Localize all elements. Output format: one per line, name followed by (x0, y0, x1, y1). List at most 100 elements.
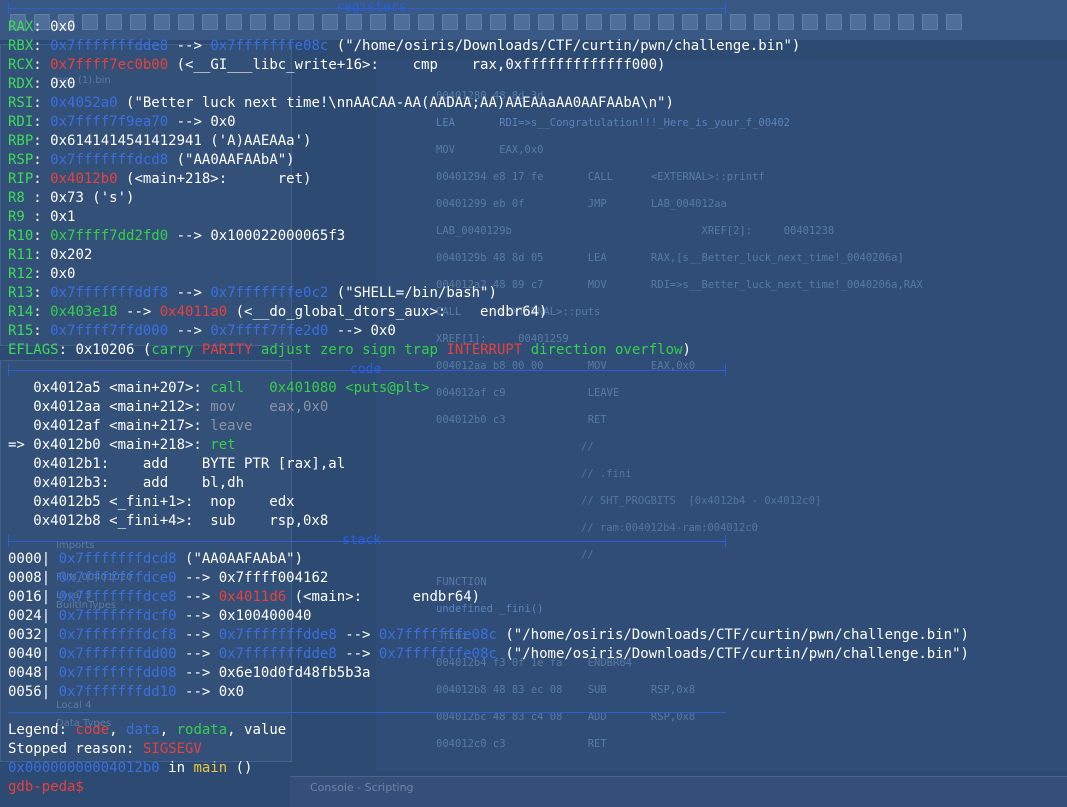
stack-value: ("AA0AAFAAbA") (176, 551, 304, 567)
frame-line: 0x00000000004012b0 in main () (8, 759, 252, 778)
register-value: ("SHELL=/bin/bash") (328, 285, 497, 301)
stack-line: 0032| 0x7fffffffdcf8 --> 0x7fffffffdde8 … (8, 626, 969, 645)
register-value: (<__do_global_dtors_aux>: endbr64) (227, 304, 548, 320)
register-value: (<main+218>: ret) (117, 171, 312, 187)
stack-bar: | (41, 570, 59, 586)
register-value: 0x7fffffffdcd8 (50, 152, 169, 168)
register-colon: : (33, 95, 51, 111)
stack-value: --> 0x6e10d0fd48fb5b3a (176, 665, 371, 681)
disasm-line: 0x4012b8 <_fini+4>: sub rsp,0x8 (8, 512, 328, 531)
stack-offset: 0000 (8, 551, 42, 567)
register-name: RBX (8, 38, 34, 54)
register-value: 0x73 ('s') (50, 190, 135, 206)
separator-tick (725, 2, 726, 14)
register-name: RSP (8, 152, 34, 168)
stack-bar: | (41, 684, 59, 700)
register-value: (<__GI___libc_write+16>: cmp rax,0xfffff… (168, 57, 666, 73)
register-colon: : (33, 57, 51, 73)
register-name: RBP (8, 133, 34, 149)
stack-value: --> (176, 589, 219, 605)
stack-offset: 0048 (8, 665, 42, 681)
stack-value: ("/home/osiris/Downloads/CTF/curtin/pwn/… (496, 646, 969, 662)
register-value: 0x7fffffffe08c (210, 38, 329, 54)
current-instruction-arrow (8, 513, 25, 529)
disasm-text: leave (210, 418, 253, 434)
register-value: --> (168, 38, 211, 54)
stack-value: 0x7fffffffdd10 (58, 684, 177, 700)
disasm-text: ret (210, 437, 236, 453)
eflags-colon: : (58, 342, 68, 358)
register-name: R13 (8, 285, 34, 301)
stopped-reason-label: Stopped reason: (8, 741, 143, 757)
eflag-item: carry (151, 342, 194, 358)
stack-offset: 0032 (8, 627, 42, 643)
legend-item: code (75, 722, 110, 738)
stack-value: (<main>: endbr64) (286, 589, 481, 605)
stack-value: 0x7fffffffe08c (378, 646, 497, 662)
disasm-text: 0x4012b5 <_fini+1>: nop edx (24, 494, 295, 510)
stack-value: 0x7fffffffdd00 (58, 646, 177, 662)
register-name: RAX (8, 19, 34, 35)
separator-tick (8, 2, 9, 14)
register-line: R10: 0x7ffff7dd2fd0 --> 0x100022000065f3 (8, 227, 345, 246)
register-colon: : (33, 247, 51, 263)
register-value: ("Better luck next time!\nnAACAA-AA(AADA… (117, 95, 674, 111)
stopped-reason-line: Stopped reason: SIGSEGV (8, 740, 202, 759)
legend-comma: , (159, 722, 177, 738)
registers-header: registers (336, 0, 407, 15)
stack-value: 0x7fffffffdcf0 (58, 608, 177, 624)
gdb-prompt: gdb-peda$ (8, 779, 84, 795)
disasm-text: 0x4012af <main+217>: (24, 418, 211, 434)
eflags-value: 0x10206 ( (67, 342, 152, 358)
legend-comma: , (227, 722, 245, 738)
register-name: RIP (8, 171, 34, 187)
register-value: --> 0x100022000065f3 (168, 228, 346, 244)
disasm-text: mov eax,0x0 (210, 399, 329, 415)
stack-line: 0000| 0x7fffffffdcd8 ("AA0AAFAAbA") (8, 550, 303, 569)
eflags-space (354, 342, 362, 358)
prompt-line[interactable]: gdb-peda$ (8, 778, 84, 797)
stack-offset: 0008 (8, 570, 42, 586)
disasm-line: => 0x4012b0 <main+218>: ret (8, 436, 236, 455)
stack-value: ("/home/osiris/Downloads/CTF/curtin/pwn/… (496, 627, 969, 643)
register-colon: : (33, 114, 51, 130)
register-colon: : (33, 190, 51, 206)
register-colon: : (33, 209, 51, 225)
terminal[interactable]: registers code stack RAX: 0x0 RBX: 0x7fff… (0, 0, 1067, 806)
eflag-item: sign (362, 342, 396, 358)
stack-value: 0x7fffffffdd08 (58, 665, 177, 681)
register-colon: : (33, 266, 51, 282)
disasm-text: call 0x401080 <puts@plt> (210, 380, 430, 396)
register-value: 0x7ffff7ec0b00 (50, 57, 169, 73)
stack-value: 0x7fffffffdde8 (218, 627, 337, 643)
stack-offset: 0016 (8, 589, 42, 605)
end-separator (8, 712, 726, 713)
register-value: 0x7ffff7dd2fd0 (50, 228, 169, 244)
stack-value: --> (336, 627, 379, 643)
eflags-space (193, 342, 201, 358)
register-line: R8 : 0x73 ('s') (8, 189, 134, 208)
register-colon: : (33, 285, 51, 301)
legend-item: data (126, 722, 160, 738)
register-name: R14 (8, 304, 34, 320)
eflags-space (396, 342, 404, 358)
current-instruction-arrow (8, 475, 25, 491)
stack-bar: | (41, 646, 59, 662)
current-instruction-arrow (8, 456, 25, 472)
register-line: R11: 0x202 (8, 246, 92, 265)
register-value: 0x0 (50, 19, 76, 35)
register-line: RSI: 0x4052a0 ("Better luck next time!\n… (8, 94, 674, 113)
stack-value: 0x4011d6 (218, 589, 287, 605)
eflags-space (312, 342, 320, 358)
disasm-text: 0x4012b0 <main+218>: (24, 437, 211, 453)
code-header: code (350, 362, 382, 377)
frame-tail: () (227, 760, 253, 776)
eflag-item: PARITY (201, 342, 253, 358)
eflag-item: trap (404, 342, 438, 358)
register-line: RAX: 0x0 (8, 18, 75, 37)
register-value: 0x7ffff7ffd000 (50, 323, 169, 339)
eflags-space (607, 342, 615, 358)
stack-value: --> 0x7ffff004162 (176, 570, 329, 586)
register-name: RDI (8, 114, 34, 130)
current-instruction-arrow (8, 418, 25, 434)
